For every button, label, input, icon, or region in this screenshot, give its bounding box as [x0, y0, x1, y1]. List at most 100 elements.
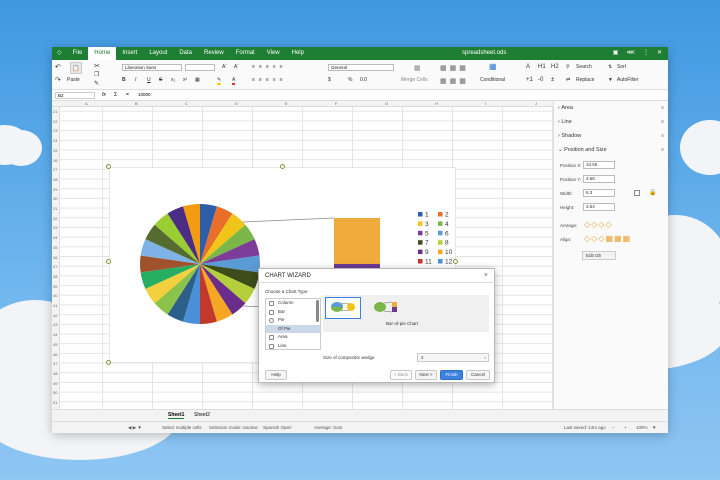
- wedge-input[interactable]: 2 ↕: [417, 353, 489, 362]
- merge-cells-button[interactable]: Merge Cells: [401, 77, 428, 83]
- paste-button[interactable]: Paste: [67, 77, 80, 83]
- cancel-button[interactable]: Cancel: [466, 370, 490, 380]
- row-header[interactable]: 23: [53, 128, 57, 133]
- row-header[interactable]: 40: [53, 293, 57, 298]
- row-header[interactable]: 26: [53, 158, 57, 163]
- row-header[interactable]: 37: [53, 264, 57, 269]
- conditional-button[interactable]: Conditional: [480, 77, 505, 83]
- font-size-select[interactable]: [185, 64, 215, 71]
- column-header[interactable]: F: [335, 101, 337, 106]
- keep-ratio-checkbox[interactable]: [634, 190, 640, 196]
- row-header[interactable]: 35: [53, 245, 57, 250]
- row-header[interactable]: 47: [53, 361, 57, 366]
- zoom-out-icon[interactable]: −: [612, 425, 615, 430]
- row-header[interactable]: 49: [53, 381, 57, 386]
- row-header[interactable]: 28: [53, 177, 57, 182]
- clone-format-icon[interactable]: ✎: [94, 80, 99, 87]
- currency-icon[interactable]: $: [328, 77, 331, 83]
- formula-input[interactable]: 10000: [138, 92, 151, 97]
- search-icon[interactable]: ⚲: [566, 64, 570, 70]
- merge-cells-icon[interactable]: ▦: [414, 64, 421, 72]
- row-header[interactable]: 27: [53, 167, 57, 172]
- row-header[interactable]: 39: [53, 284, 57, 289]
- close-icon[interactable]: ×: [484, 272, 488, 279]
- chart-handle-tc[interactable]: [280, 164, 285, 169]
- tab-sheet2[interactable]: Sheet2: [194, 412, 210, 418]
- status-language[interactable]: Spanish Operi: [263, 425, 292, 430]
- sidebar-more-icon-area[interactable]: ≡: [661, 105, 664, 111]
- menu-home[interactable]: Home: [88, 47, 117, 60]
- autofilter-button[interactable]: AutoFilter: [617, 77, 638, 83]
- row-header[interactable]: 38: [53, 274, 57, 279]
- superscript-button[interactable]: x²: [183, 77, 187, 83]
- percent-icon[interactable]: %: [348, 77, 352, 83]
- row-col-icons[interactable]: ▦▦▦: [440, 77, 469, 85]
- sum-icon[interactable]: Σ: [114, 92, 117, 98]
- highlight-icon[interactable]: ✎: [217, 77, 222, 85]
- zoom-in-icon[interactable]: +: [624, 425, 627, 430]
- stepper-icon[interactable]: ↕: [484, 354, 486, 361]
- chart-handle-ml[interactable]: [106, 259, 111, 264]
- chart-type-of-pie[interactable]: Of Pie: [266, 324, 320, 334]
- row-header[interactable]: 29: [53, 187, 57, 192]
- menu-data[interactable]: Data: [173, 47, 198, 60]
- menu-format[interactable]: Format: [230, 47, 261, 60]
- row-header[interactable]: 32: [53, 216, 57, 221]
- column-header[interactable]: I: [485, 101, 486, 106]
- cut-icon[interactable]: ✂: [94, 62, 100, 70]
- row-header[interactable]: 21: [53, 109, 57, 114]
- shrink-font-icon[interactable]: Aˇ: [234, 64, 239, 70]
- heading-button-a[interactable]: A: [526, 64, 530, 70]
- row-header[interactable]: 51: [53, 400, 57, 405]
- menu-file[interactable]: File: [67, 47, 89, 60]
- subscript-button[interactable]: x₂: [171, 77, 175, 83]
- next-button[interactable]: Next >: [415, 370, 437, 380]
- height-input[interactable]: 3.54: [583, 203, 615, 211]
- heading-button-h1[interactable]: H1: [538, 64, 546, 70]
- column-header[interactable]: J: [535, 101, 537, 106]
- share-icon[interactable]: ⋘: [626, 47, 635, 60]
- chart-type-area[interactable]: Area: [266, 333, 320, 342]
- status-summary[interactable]: Average: Sum: [314, 425, 342, 430]
- row-header[interactable]: 36: [53, 255, 57, 260]
- menu-help[interactable]: Help: [286, 47, 310, 60]
- heading-button-h2[interactable]: H2: [551, 64, 559, 70]
- sidebar-more-icon-shadow[interactable]: ≡: [661, 133, 664, 139]
- sort-icon[interactable]: ⇅: [608, 64, 612, 70]
- column-header[interactable]: E: [285, 101, 288, 106]
- row-header[interactable]: 25: [53, 148, 57, 153]
- position-x-input[interactable]: 10.56: [583, 161, 615, 169]
- back-button[interactable]: < Back: [390, 370, 412, 380]
- sidebar-more-icon-line[interactable]: ≡: [661, 119, 664, 125]
- replace-button[interactable]: Replace: [576, 77, 594, 83]
- close-window-icon[interactable]: ✕: [657, 47, 662, 60]
- section-line[interactable]: › Line: [558, 119, 572, 125]
- toggle-sign-button[interactable]: ±: [551, 77, 554, 83]
- help-button[interactable]: Help: [265, 370, 287, 380]
- variant-pie-of-pie[interactable]: [325, 297, 361, 319]
- chart-handle-tl[interactable]: [106, 164, 111, 169]
- function-wizard-icon[interactable]: fx: [102, 92, 106, 98]
- row-header[interactable]: 33: [53, 225, 57, 230]
- lock-icon[interactable]: 🔒: [649, 189, 656, 196]
- autofilter-icon[interactable]: ▼: [608, 77, 613, 83]
- nav-prev-icon[interactable]: ◀ ▶ ▼: [128, 425, 142, 431]
- column-header[interactable]: D: [235, 101, 238, 106]
- width-input[interactable]: 6.3: [583, 189, 615, 197]
- row-header[interactable]: 45: [53, 342, 57, 347]
- borders-icon[interactable]: ▦: [195, 77, 200, 83]
- chart-handle-mr[interactable]: [453, 259, 458, 264]
- indent-icons[interactable]: ≡≡≡≡≡: [252, 77, 287, 83]
- sidebar-toggle-icon[interactable]: ▣: [613, 47, 619, 60]
- zoom-slider-icon[interactable]: ▼: [652, 425, 656, 430]
- add-decimal-button[interactable]: +1: [526, 77, 533, 83]
- column-header[interactable]: G: [385, 101, 388, 106]
- variant-bar-of-pie[interactable]: [369, 297, 405, 319]
- font-name-select[interactable]: Liberation Sans: [122, 64, 182, 71]
- row-header[interactable]: 43: [53, 322, 57, 327]
- row-header[interactable]: 34: [53, 235, 57, 240]
- chart-type-pie[interactable]: Pie: [266, 316, 320, 325]
- row-header[interactable]: 44: [53, 332, 57, 337]
- section-area[interactable]: › Area: [558, 105, 573, 111]
- row-header[interactable]: 42: [53, 313, 57, 318]
